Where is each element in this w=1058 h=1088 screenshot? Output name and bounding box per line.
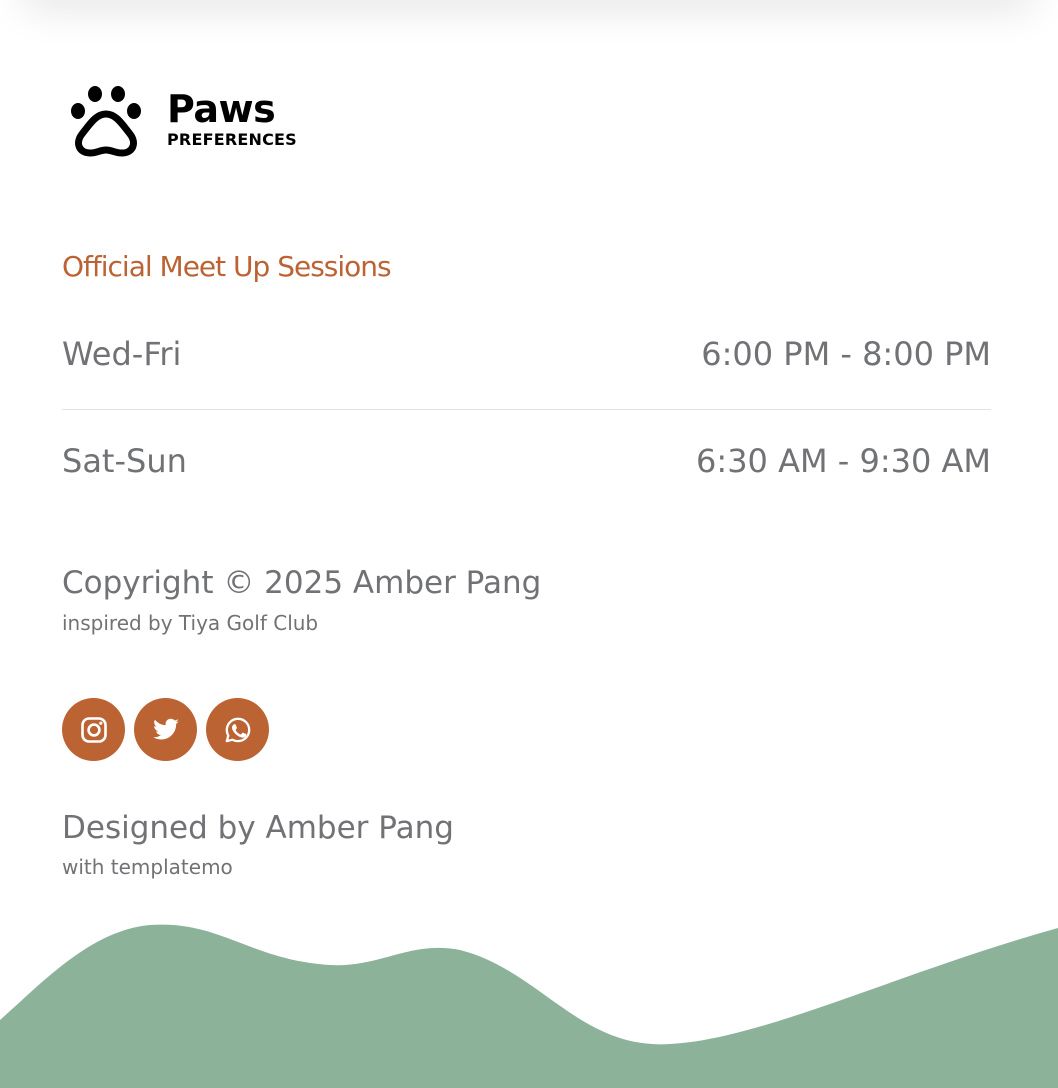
instagram-icon — [80, 716, 107, 743]
templatemo-text[interactable]: with templatemo — [62, 854, 233, 880]
footer-page: Paws PREFERENCES Official Meet Up Sessio… — [0, 0, 1058, 1088]
paw-icon — [71, 86, 141, 157]
instagram-button[interactable] — [62, 698, 125, 761]
brand-name: Paws — [167, 87, 276, 131]
footer-wave — [0, 924, 1058, 1088]
session-time: 6:30 AM - 9:30 AM — [696, 442, 991, 480]
session-days: Sat-Sun — [62, 442, 187, 480]
copyright-text: Copyright © 2025 Amber Pang — [62, 565, 542, 601]
inspired-text: inspired by Tiya Golf Club — [62, 611, 319, 635]
twitter-icon — [152, 718, 179, 739]
brand-text: Paws PREFERENCES — [167, 87, 297, 149]
session-row: Wed-Fri 6:00 PM - 8:00 PM — [62, 334, 991, 374]
whatsapp-button[interactable] — [206, 698, 269, 761]
brand-logo[interactable]: Paws PREFERENCES — [62, 78, 297, 158]
session-divider — [62, 409, 991, 410]
session-days: Wed-Fri — [62, 335, 182, 373]
whatsapp-icon — [225, 717, 250, 742]
sessions-title: Official Meet Up Sessions — [62, 250, 392, 283]
social-links — [62, 698, 269, 761]
twitter-button[interactable] — [134, 698, 197, 761]
session-row: Sat-Sun 6:30 AM - 9:30 AM — [62, 441, 991, 481]
designed-by-text: Designed by Amber Pang — [62, 810, 454, 846]
brand-subtitle: PREFERENCES — [167, 130, 297, 149]
session-time: 6:00 PM - 8:00 PM — [701, 335, 991, 373]
